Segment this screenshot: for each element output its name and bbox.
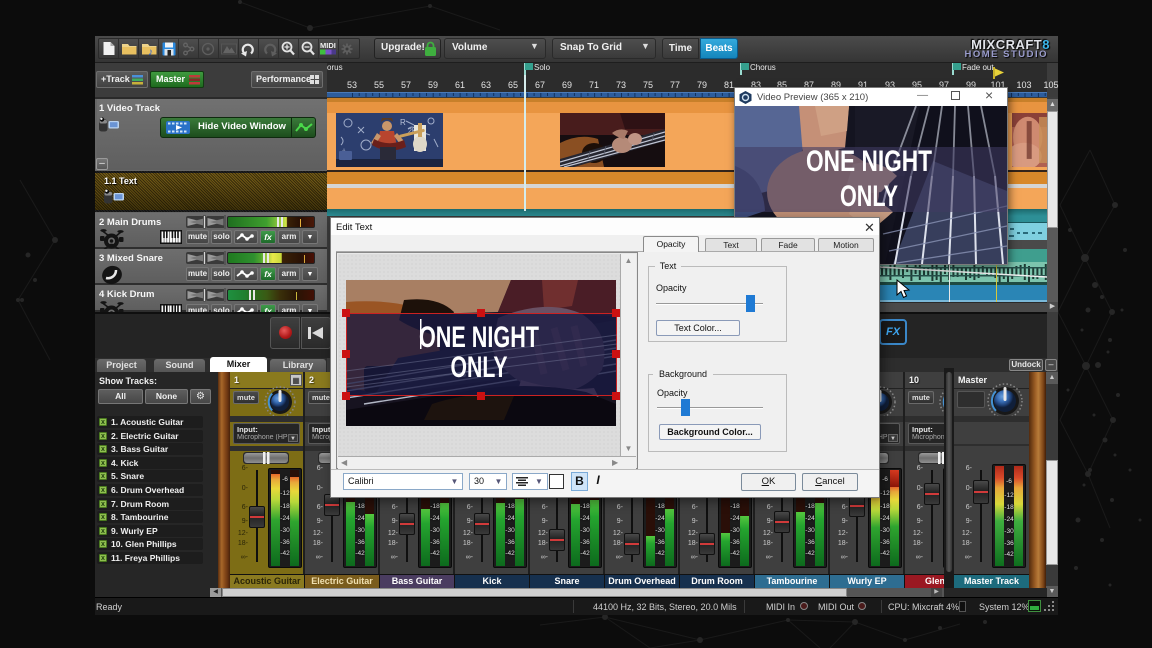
svg-text:♪: ♪ xyxy=(148,47,153,58)
svg-text:ONE NIGHT: ONE NIGHT xyxy=(419,321,539,354)
svg-text:ONLY: ONLY xyxy=(451,351,508,384)
svg-text:ONLY: ONLY xyxy=(840,180,898,213)
svg-text:R: R xyxy=(400,118,406,127)
svg-text:MIDI: MIDI xyxy=(320,41,336,50)
svg-text:ONE NIGHT: ONE NIGHT xyxy=(806,145,932,178)
